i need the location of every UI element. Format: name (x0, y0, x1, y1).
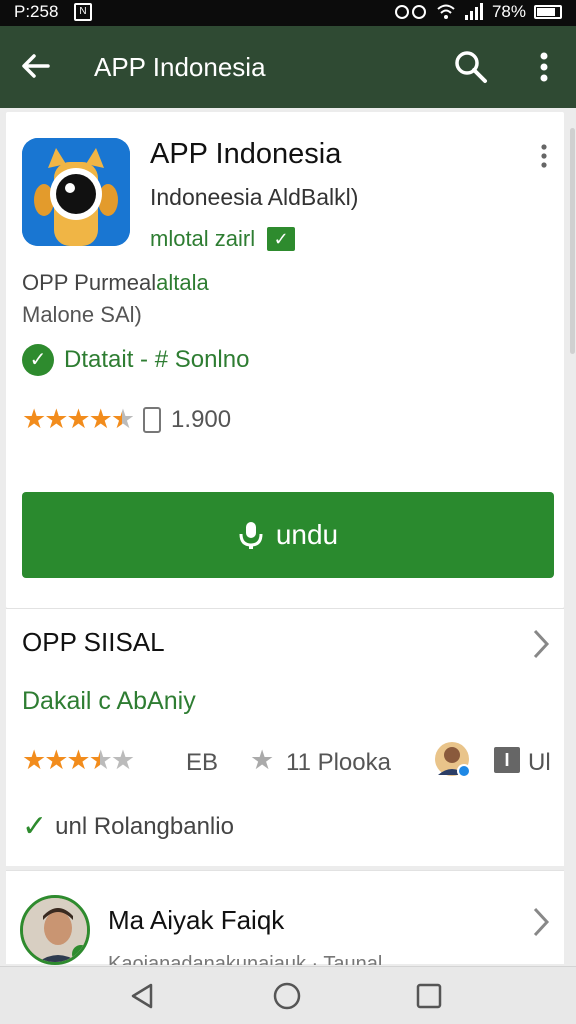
section-rating-label: EB (186, 749, 219, 776)
chevron-right-icon[interactable] (530, 627, 552, 661)
status-time: P:258 (14, 2, 59, 21)
app-bar: APP Indonesia (0, 26, 576, 108)
verified-check-icon: ✓ (22, 344, 54, 376)
editors-check-icon: ✓ (267, 227, 296, 251)
section-subtitle[interactable]: Dakail c AbAniy (22, 687, 196, 716)
chevron-right-icon[interactable] (530, 905, 552, 939)
section-downloads: 11 Plooka (286, 749, 391, 776)
device-icon (143, 406, 162, 433)
status-icons: 78% (394, 2, 562, 22)
alarm-icons (394, 5, 426, 19)
app-bar-title: APP Indonesia (94, 52, 266, 82)
nav-back-icon[interactable] (128, 981, 158, 1011)
review-count: 1.900 (171, 405, 232, 433)
rating-row: ★★★★★ 1.900 (22, 404, 231, 435)
developer-avatar[interactable] (434, 739, 472, 781)
detail-label: Dtatait - # Sonlno (64, 346, 250, 373)
more-vert-icon[interactable] (530, 48, 558, 86)
review-card[interactable]: Ma Aiyak Faiqk Kaoianadanakunaiauk · Tau… (6, 870, 564, 965)
info-icon[interactable]: I (494, 747, 520, 773)
description-prefix: OPP Purmeal (22, 270, 157, 295)
app-description-line1: OPP Purmealaltala (22, 270, 209, 296)
app-description-line2: Malone SAl) (22, 302, 142, 327)
section-rating-stars: ★★★★★ (22, 745, 135, 775)
description-highlight: altala (156, 270, 209, 295)
app-name: APP Indonesia (150, 138, 342, 170)
app-developer[interactable]: Indoneesia AldBalkl) (150, 184, 358, 211)
search-icon[interactable] (452, 48, 490, 86)
grey-star-icon: ★ (250, 745, 275, 775)
signal-icon (464, 3, 483, 20)
app-category-label: mlotal zairl (150, 226, 256, 251)
install-button[interactable]: undu (22, 492, 554, 578)
card-more-icon[interactable] (534, 142, 554, 172)
nav-recents-icon[interactable] (414, 981, 444, 1011)
wifi-icon (437, 4, 455, 19)
back-arrow-icon[interactable] (18, 48, 54, 84)
app-logo-icon (22, 138, 130, 246)
reviewer-avatar[interactable] (20, 895, 90, 965)
scrollbar[interactable] (570, 128, 575, 354)
nav-home-icon[interactable] (272, 981, 302, 1011)
section-verified-row: ✓ unl Rolangbanlio (22, 809, 234, 844)
system-nav-bar (0, 966, 576, 1024)
notification-icon: N (74, 3, 92, 21)
reviewer-name: Ma Aiyak Faiqk (108, 905, 285, 935)
battery-percent: 78% (491, 2, 526, 21)
similar-section: OPP SIISAL Dakail c AbAniy ★★★★★ EB ★ 11… (6, 608, 564, 866)
status-bar: P:258 N 78% (0, 0, 576, 26)
section-title[interactable]: OPP SIISAL (22, 627, 165, 658)
battery-icon (534, 5, 562, 19)
detail-row[interactable]: ✓ Dtatait - # Sonlno (22, 344, 249, 376)
checkmark-icon: ✓ (22, 810, 48, 843)
reviewer-subtitle: Kaoianadanakunaiauk · Taunal (108, 953, 383, 965)
ui-label: Ul (528, 749, 551, 776)
section-stats-row: ★★★★★ EB ★ 11 Plooka I Ul (22, 737, 552, 787)
app-info-card: APP Indonesia Indoneesia AldBalkl) mlota… (6, 112, 564, 608)
section-verified-label: unl Rolangbanlio (55, 812, 234, 840)
install-button-label: undu (275, 519, 339, 550)
app-category[interactable]: mlotal zairl ✓ (150, 226, 296, 252)
rating-stars: ★★★★★ (22, 404, 135, 434)
download-hand-icon (239, 522, 263, 549)
